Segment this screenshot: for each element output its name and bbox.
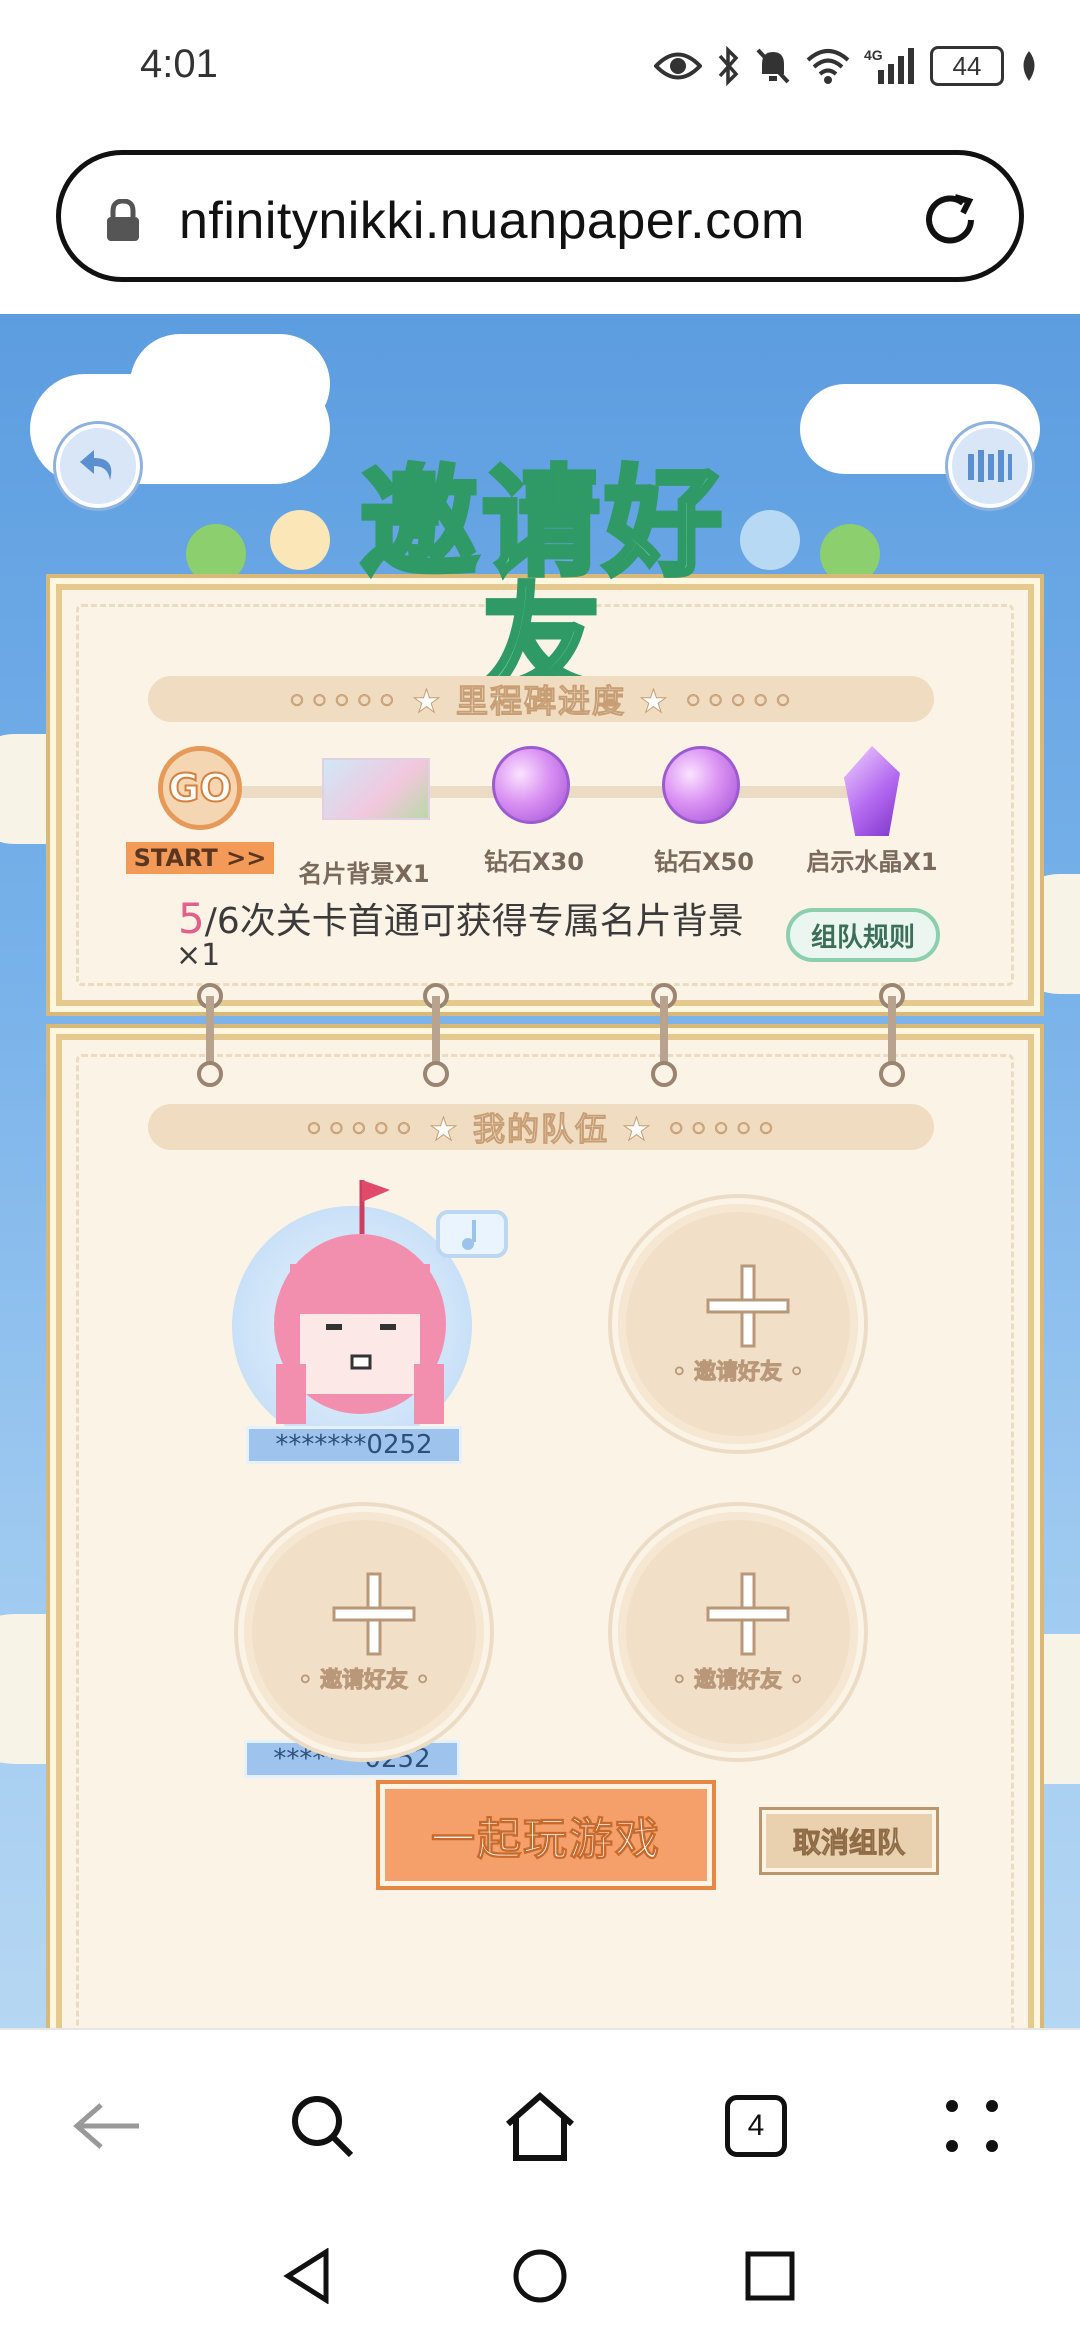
plus-icon — [332, 1572, 416, 1656]
search-button[interactable] — [282, 2086, 362, 2166]
crystal-icon — [844, 746, 900, 836]
browser-toolbar: 4 — [0, 2028, 1080, 2220]
milestone-crystal[interactable]: 启示水晶X1 — [792, 746, 952, 877]
go-badge-icon: GO — [158, 746, 242, 830]
invite-friend-label: ◦ 邀请好友 ◦ — [672, 1668, 804, 1694]
member-name-tag: *******0252 — [246, 1426, 462, 1464]
address-bar[interactable]: nfinitynikki.nuanpaper.com — [56, 150, 1024, 282]
diamond-icon — [492, 746, 570, 824]
binder-ring — [197, 983, 223, 1087]
plus-icon — [706, 1572, 790, 1656]
milestone-label: START >> — [125, 842, 275, 874]
back-button[interactable] — [56, 424, 140, 508]
play-together-button[interactable]: 一起玩游戏 — [380, 1784, 712, 1886]
cellular-signal-icon: 4G — [864, 47, 914, 84]
eye-icon — [654, 52, 702, 80]
home-icon — [506, 2092, 574, 2161]
system-recents-icon[interactable] — [744, 2250, 796, 2302]
binder-ring — [879, 983, 905, 1087]
invite-friend-slot[interactable]: ◦ 邀请好友 ◦ — [244, 1512, 484, 1752]
milestone-diamond-30[interactable]: 钻石X30 — [454, 746, 614, 877]
game-canvas: 邀请好友 ◦◦◦◦◦ ★ 里程碑进度 ★ ◦◦◦◦◦ GO START >> 名… — [0, 314, 1080, 2028]
milestone-label: 启示水晶X1 — [806, 848, 938, 876]
team-header-label: ◦◦◦◦◦ ★ 我的队伍 ★ ◦◦◦◦◦ — [303, 1110, 779, 1149]
music-note-icon — [436, 1210, 508, 1258]
cloud-decoration — [130, 334, 330, 434]
milestone-label: 钻石X50 — [654, 848, 754, 876]
progress-count: 5 — [178, 894, 205, 943]
invite-friend-slot[interactable]: ◦ 邀请好友 ◦ — [618, 1512, 858, 1752]
namecard-icon — [322, 758, 430, 820]
battery-indicator: 44 — [930, 46, 1004, 86]
diamond-icon — [662, 746, 740, 824]
milestone-label: 钻石X30 — [484, 848, 584, 876]
progress-text: 5/6次关卡首通可获得专属名片背景 — [178, 892, 744, 944]
binder-ring — [423, 983, 449, 1087]
invite-friend-label: ◦ 邀请好友 ◦ — [298, 1668, 430, 1694]
system-back-icon[interactable] — [282, 2248, 332, 2304]
system-home-icon[interactable] — [512, 2248, 568, 2304]
svg-text:4G: 4G — [864, 47, 883, 63]
milestone-header: ◦◦◦◦◦ ★ 里程碑进度 ★ ◦◦◦◦◦ — [148, 676, 934, 722]
tab-count-icon: 4 — [725, 2095, 787, 2157]
status-time: 4:01 — [140, 42, 218, 86]
team-rules-button[interactable]: 组队规则 — [786, 908, 940, 962]
team-header: ◦◦◦◦◦ ★ 我的队伍 ★ ◦◦◦◦◦ — [148, 1104, 934, 1150]
progress-multiplier: ×1 — [176, 938, 221, 973]
back-nav-button[interactable] — [68, 2086, 148, 2166]
bluetooth-icon — [718, 46, 739, 86]
plus-icon — [706, 1264, 790, 1348]
search-icon — [292, 2096, 354, 2158]
binder-ring — [651, 983, 677, 1087]
milestone-namecard[interactable]: 名片背景X1 — [284, 746, 444, 889]
music-button[interactable] — [948, 424, 1032, 508]
flower-decoration — [740, 510, 800, 570]
home-button[interactable] — [500, 2086, 580, 2166]
progress-description: /6次关卡首通可获得专属名片背景 — [204, 901, 744, 942]
url-text[interactable]: nfinitynikki.nuanpaper.com — [179, 191, 805, 251]
menu-button[interactable] — [932, 2086, 1012, 2166]
lock-icon — [107, 199, 139, 241]
page-title: 邀请好友 — [357, 454, 726, 710]
milestone-label: 名片背景X1 — [298, 860, 430, 888]
invite-friend-slot[interactable]: ◦ 邀请好友 ◦ — [618, 1204, 858, 1444]
system-navigation-bar — [0, 2218, 1080, 2340]
mute-icon — [756, 48, 790, 84]
arrow-left-icon — [73, 2103, 139, 2149]
tabs-button[interactable]: 4 — [716, 2086, 796, 2166]
flower-decoration — [820, 524, 880, 584]
flower-decoration — [270, 510, 330, 570]
status-bar: 4:01 4G 44 — [0, 0, 1080, 140]
cancel-team-button[interactable]: 取消组队 — [762, 1810, 936, 1872]
reload-icon[interactable] — [919, 189, 981, 251]
milestone-diamond-50[interactable]: 钻石X50 — [624, 746, 784, 877]
status-icons: 4G 44 — [654, 46, 1040, 86]
music-bars-icon — [968, 450, 1012, 482]
flower-decoration — [186, 524, 246, 584]
grid-dots-icon — [946, 2100, 998, 2152]
back-arrow-icon — [80, 450, 112, 480]
milestone-start[interactable]: GO START >> — [120, 746, 280, 874]
leaf-icon — [1023, 51, 1035, 81]
milestone-header-label: ◦◦◦◦◦ ★ 里程碑进度 ★ ◦◦◦◦◦ — [286, 682, 796, 721]
wifi-icon — [806, 49, 850, 84]
invite-friend-label: ◦ 邀请好友 ◦ — [672, 1360, 804, 1386]
